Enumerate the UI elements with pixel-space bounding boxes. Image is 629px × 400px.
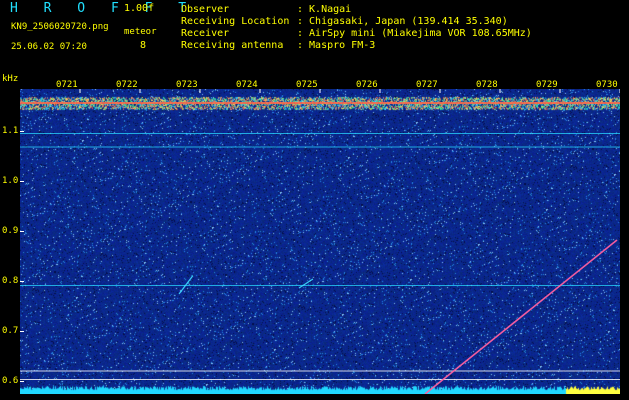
datetime-label: 25.06.02 07:20 <box>11 42 87 52</box>
spectrogram-overlay <box>20 89 620 394</box>
info-value-antenna: : Maspro FM-3 <box>297 40 376 51</box>
y-axis-unit: kHz <box>2 74 19 84</box>
hrofft-window: H R O F F T 1.00f KN9_2506020720.png met… <box>0 0 629 400</box>
meteor-echo <box>298 278 314 289</box>
info-value-observer: : K.Nagai <box>297 4 352 15</box>
info-value-receiver: : AirSpy mini (Miakejima VOR 108.65MHz) <box>297 28 532 39</box>
info-value-location: : Chigasaki, Japan (139.414 35.340) <box>297 16 508 27</box>
app-title: H R O F F T <box>10 1 196 16</box>
version-label: 1.00f <box>124 3 155 14</box>
meteor-label: meteor <box>124 27 157 37</box>
y-tick-label: 0.9 <box>2 225 19 236</box>
y-tick-label: 1.1 <box>2 125 19 136</box>
info-key-location: Receiving Location <box>181 16 290 27</box>
info-key-antenna: Receiving antenna <box>181 40 284 51</box>
info-key-observer: Observer <box>181 4 230 15</box>
meteor-count: 8 <box>140 40 147 51</box>
y-tick-label: 0.6 <box>2 375 19 386</box>
info-key-receiver: Receiver <box>181 28 230 39</box>
y-tick-label: 0.7 <box>2 325 19 336</box>
y-tick-label: 1.0 <box>2 175 19 186</box>
meteor-echo <box>178 275 194 295</box>
file-name: KN9_2506020720.png <box>11 22 109 32</box>
spectrogram-plot <box>20 89 620 394</box>
y-tick-label: 0.8 <box>2 275 19 286</box>
